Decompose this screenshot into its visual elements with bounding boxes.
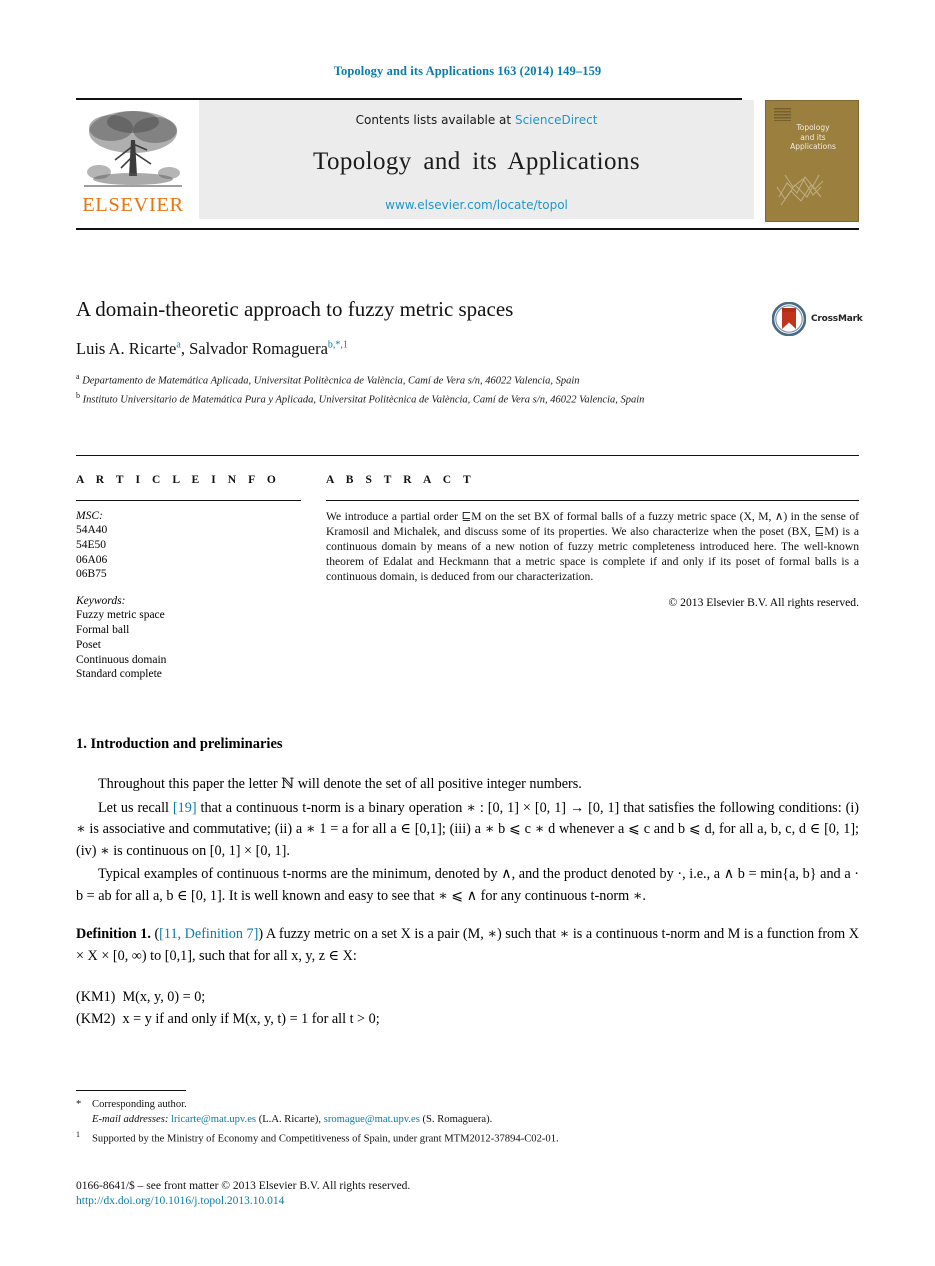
axiom-km2: (KM2) x = y if and only if M(x, y, t) = … [76,1009,859,1031]
sciencedirect-panel: Contents lists available at ScienceDirec… [199,100,754,219]
journal-title: Topology and its Applications [313,148,640,175]
issn-copyright-line: 0166-8641/$ – see front matter © 2013 El… [76,1180,411,1192]
body-paragraph-1: Throughout this paper the letter ℕ will … [98,776,582,792]
crossmark-label: CrossMark [811,314,863,324]
footnote-grant: 1 Supported by the Ministry of Economy an… [76,1127,859,1147]
footnote-emails: E-mail addresses: lricarte@mat.upv.es (L… [76,1112,859,1127]
affiliation-b-text: Instituto Universitario de Matemática Pu… [82,394,645,406]
keyword-item: Standard complete [76,668,162,681]
body-paragraph-2: Let us recall [19] that a continuous t-n… [76,798,859,863]
email-owner-romaguera: (S. Romaguera). [422,1114,493,1125]
cover-title-line-3: Applications [790,142,836,151]
article-info-rule [76,500,301,501]
msc-heading: MSC: [76,510,103,522]
cover-title-line-2: and its [800,132,826,142]
footnote-corresponding-text: Corresponding author. [92,1099,187,1110]
contents-available-line: Contents lists available at ScienceDirec… [356,113,598,127]
crossmark-icon[interactable] [772,302,806,336]
email-link-romaguera[interactable]: sromague@mat.upv.es [324,1114,420,1125]
footnote-marker-1: 1 [76,1130,80,1139]
body-paragraph-3: Typical examples of continuous t-norms a… [76,866,859,904]
keyword-item: Poset [76,638,101,651]
running-head: Topology and its Applications 163 (2014)… [333,64,602,78]
axiom-km2-label: (KM2) [76,1010,116,1027]
abstract-text: We introduce a partial order ⊑M on the s… [326,510,859,583]
axiom-km1-text: M(x, y, 0) = 0; [122,989,206,1005]
msc-group: MSC: 54A40 54E50 06A06 06B75 [76,510,301,582]
cover-artwork-icon [776,174,824,206]
msc-code: 54E50 [76,538,107,551]
footnote-marker-asterisk: * [76,1099,82,1110]
axiom-km1-label: (KM1) [76,989,116,1005]
crossmark-badge[interactable]: CrossMark [772,302,863,336]
email-link-ricarte[interactable]: lricarte@mat.upv.es [171,1114,256,1125]
affiliation-a-marker: a [76,372,80,382]
cover-title: Topology and its Applications [766,123,860,152]
msc-code: 06A06 [76,553,108,566]
article-info-column: A R T I C L E I N F O MSC: 54A40 54E50 0… [76,474,301,695]
footnote-corresponding-author: * Corresponding author. [76,1097,859,1112]
definition-1: Definition 1. ([11, Definition 7]) A fuz… [76,926,859,964]
title-section: A domain-theoretic approach to fuzzy met… [76,296,859,408]
abstract-heading: A B S T R A C T [326,474,476,486]
msc-code: 54A40 [76,524,108,536]
footnote-separator-rule [76,1090,186,1091]
email-label: E-mail addresses: [92,1114,169,1125]
journal-masthead: ELSEVIER Contents lists available at Sci… [76,98,859,230]
email-owner-ricarte: (L.A. Ricarte), [258,1114,322,1125]
cover-elsevier-mark-icon [774,108,791,121]
citation-ref-19[interactable]: [19] [173,800,197,816]
elsevier-wordmark: ELSEVIER [82,194,184,216]
info-section-top-rule [76,455,859,456]
elsevier-tree-icon [84,111,182,187]
author-1: Luis A. Ricarte [76,339,177,359]
abstract-rule [326,500,859,501]
journal-cover-thumbnail: Topology and its Applications [765,100,859,222]
page-title: A domain-theoretic approach to fuzzy met… [76,297,514,321]
abstract-column: A B S T R A C T We introduce a partial o… [326,474,859,695]
article-info-heading: A R T I C L E I N F O [76,474,281,486]
definition-label: Definition 1. [76,926,151,942]
keywords-group: Keywords: Fuzzy metric space Formal ball… [76,595,301,682]
axiom-list: (KM1) M(x, y, 0) = 0; (KM2) x = y if and… [76,987,859,1030]
axiom-km1: (KM1) M(x, y, 0) = 0; [76,987,859,1009]
keyword-item: Formal ball [76,623,130,636]
journal-homepage-link[interactable]: www.elsevier.com/locate/topol [385,198,568,212]
cover-title-line-1: Topology [796,123,830,132]
doi-link[interactable]: http://dx.doi.org/10.1016/j.topol.2013.1… [76,1195,859,1207]
masthead-bottom-rule [76,228,859,230]
affiliation-b: b Instituto Universitario de Matemática … [76,389,736,408]
affiliation-a: a Departamento de Matemática Aplicada, U… [76,370,736,389]
author-2-affiliation-marker[interactable]: b,*,1 [328,340,348,351]
footnote-grant-text: Supported by the Ministry of Economy and… [92,1133,559,1145]
citation-ref-11[interactable]: [11, Definition 7] [159,926,258,942]
info-abstract-section: A R T I C L E I N F O MSC: 54A40 54E50 0… [76,474,859,695]
para2-pre: Let us recall [98,799,173,816]
body-section: 1. Introduction and preliminaries Throug… [76,736,859,1030]
msc-code: 06B75 [76,568,107,581]
affiliation-a-text: Departamento de Matemática Aplicada, Uni… [82,375,580,387]
axiom-km2-text: x = y if and only if M(x, y, t) = 1 for … [122,1010,380,1027]
section-heading-introduction: 1. Introduction and preliminaries [76,736,283,752]
keyword-item: Continuous domain [76,653,167,666]
copyright-footer: 0166-8641/$ – see front matter © 2013 El… [76,1180,859,1207]
elsevier-logo: ELSEVIER [76,100,190,222]
author-list: Luis A. Ricartea, Salvador Romaguerab,*,… [76,339,859,359]
keywords-heading: Keywords: [76,595,126,608]
author-2: , Salvador Romaguera [180,339,328,359]
affiliations: a Departamento de Matemática Aplicada, U… [76,370,736,407]
sciencedirect-link[interactable]: ScienceDirect [515,113,597,127]
article-first-page: Topology and its Applications 163 (2014)… [0,0,935,1266]
footnotes-section: * Corresponding author. E-mail addresses:… [76,1090,859,1147]
keyword-item: Fuzzy metric space [76,609,165,622]
abstract-copyright: © 2013 Elsevier B.V. All rights reserved… [668,595,859,609]
affiliation-b-marker: b [76,390,80,400]
contents-available-text: Contents lists available at [355,113,512,127]
